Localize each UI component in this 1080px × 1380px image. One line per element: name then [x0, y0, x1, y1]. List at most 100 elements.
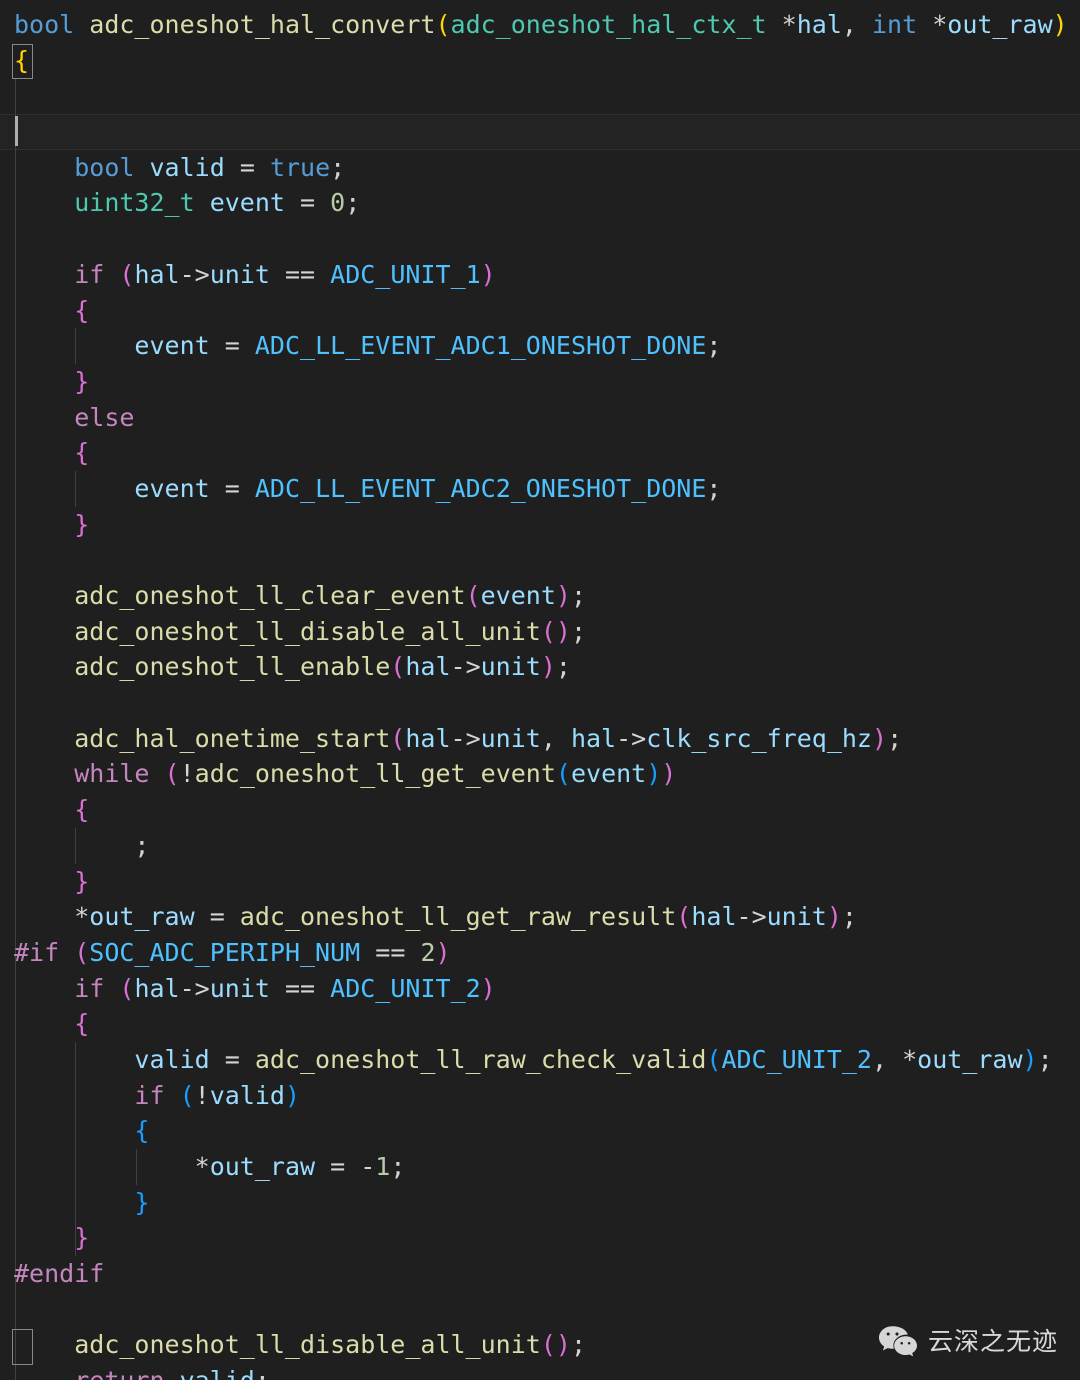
token-op — [14, 367, 74, 396]
token-op — [14, 652, 74, 681]
code-line-content: event = ADC_LL_EVENT_ADC1_ONESHOT_DONE; — [14, 328, 1080, 364]
token-op: * — [932, 10, 948, 39]
code-line[interactable] — [0, 114, 1080, 150]
code-editor[interactable]: bool adc_oneshot_hal_convert(adc_oneshot… — [0, 0, 1080, 1380]
token-op: , — [540, 723, 571, 753]
token-p2: ) — [540, 652, 556, 682]
code-line[interactable]: valid = adc_oneshot_ll_raw_check_valid(A… — [0, 1042, 1080, 1078]
token-op — [165, 1081, 180, 1110]
token-op: = — [239, 152, 255, 182]
token-p2: { — [74, 295, 90, 325]
token-op — [14, 581, 74, 610]
token-op: ; — [887, 723, 903, 753]
code-line[interactable] — [0, 78, 1080, 114]
code-line-content: else — [14, 400, 1080, 436]
token-op: ; — [570, 616, 586, 646]
token-op — [14, 831, 134, 860]
code-line[interactable]: else — [0, 400, 1080, 436]
code-line[interactable] — [0, 1292, 1080, 1328]
code-line[interactable]: } — [0, 507, 1080, 543]
token-op: == — [269, 973, 331, 1003]
code-line[interactable] — [0, 221, 1080, 257]
token-op: , — [841, 10, 872, 39]
code-line[interactable]: { — [0, 792, 1080, 828]
code-line[interactable]: } — [0, 1185, 1080, 1221]
token-op: , — [871, 1044, 903, 1074]
token-op — [14, 867, 74, 896]
code-line-content: { — [14, 293, 1080, 329]
token-cst: SOC_ADC_PERIPH_NUM — [89, 937, 361, 967]
code-line[interactable]: event = ADC_LL_EVENT_ADC2_ONESHOT_DONE; — [0, 471, 1080, 507]
code-line[interactable]: event = ADC_LL_EVENT_ADC1_ONESHOT_DONE; — [0, 328, 1080, 364]
token-op: * — [194, 1152, 210, 1181]
token-p2: ) — [872, 723, 888, 753]
code-line[interactable]: *out_raw = adc_oneshot_ll_get_raw_result… — [0, 899, 1080, 935]
code-surface[interactable]: bool adc_oneshot_hal_convert(adc_oneshot… — [0, 7, 1080, 1380]
token-var: valid — [209, 1080, 285, 1110]
token-p2: ( — [119, 973, 135, 1003]
code-line[interactable]: if (hal->unit == ADC_UNIT_1) — [0, 257, 1080, 293]
code-line[interactable]: if (hal->unit == ADC_UNIT_2) — [0, 971, 1080, 1007]
token-op: -> — [450, 723, 481, 753]
token-p2: ) — [480, 973, 496, 1003]
token-var: out_raw — [209, 1152, 316, 1181]
code-line[interactable]: bool adc_oneshot_hal_convert(adc_oneshot… — [0, 7, 1080, 43]
code-line[interactable]: adc_oneshot_ll_disable_all_unit(); — [0, 614, 1080, 650]
code-line[interactable]: } — [0, 864, 1080, 900]
token-op — [165, 1366, 180, 1380]
code-line[interactable]: adc_hal_onetime_start(hal->unit, hal->cl… — [0, 721, 1080, 757]
token-num: 1 — [375, 1152, 391, 1181]
code-line[interactable]: *out_raw = -1; — [0, 1149, 1080, 1185]
token-ctl: else — [74, 402, 135, 432]
code-line-content: bool valid = true; — [14, 150, 1080, 186]
token-op: ; — [134, 830, 150, 860]
code-line[interactable] — [0, 685, 1080, 721]
code-line-content: } — [14, 507, 1080, 543]
token-cst: ADC_LL_EVENT_ADC1_ONESHOT_DONE — [254, 331, 707, 361]
token-p3: ( — [179, 1080, 195, 1110]
token-op — [74, 10, 89, 39]
token-op: = — [315, 1152, 361, 1181]
token-op: -> — [616, 723, 647, 753]
token-p2: ( — [164, 759, 180, 789]
token-op: ! — [179, 759, 195, 789]
code-line[interactable]: } — [0, 1220, 1080, 1256]
code-line[interactable]: { — [0, 293, 1080, 329]
code-line[interactable]: while (!adc_oneshot_ll_get_event(event)) — [0, 756, 1080, 792]
code-line-content: { — [14, 43, 1080, 79]
token-fn: adc_oneshot_ll_disable_all_unit — [74, 616, 541, 646]
token-var: valid — [134, 1044, 210, 1074]
token-p2: ) — [555, 1330, 571, 1360]
code-line[interactable]: { — [0, 1113, 1080, 1149]
code-line[interactable]: if (!valid) — [0, 1078, 1080, 1114]
token-var: unit — [480, 652, 541, 682]
code-line[interactable]: uint32_t event = 0; — [0, 185, 1080, 221]
code-line[interactable]: adc_oneshot_ll_enable(hal->unit); — [0, 649, 1080, 685]
code-line[interactable]: adc_oneshot_ll_clear_event(event); — [0, 578, 1080, 614]
code-line[interactable]: } — [0, 364, 1080, 400]
code-line[interactable]: { — [0, 43, 1080, 79]
token-p2: ) — [555, 616, 571, 646]
token-fn: adc_oneshot_ll_disable_all_unit — [74, 1330, 541, 1360]
code-line[interactable]: #if (SOC_ADC_PERIPH_NUM == 2) — [0, 935, 1080, 971]
code-line-content: if (hal->unit == ADC_UNIT_2) — [14, 971, 1080, 1007]
token-var: event — [134, 331, 210, 361]
watermark-text: 云深之无迹 — [927, 1326, 1058, 1356]
code-line[interactable]: { — [0, 435, 1080, 471]
code-line[interactable] — [0, 542, 1080, 578]
token-op — [14, 1366, 74, 1380]
code-line[interactable]: #endif — [0, 1256, 1080, 1292]
code-line[interactable]: { — [0, 1006, 1080, 1042]
code-line[interactable]: bool valid = true; — [0, 150, 1080, 186]
token-cst: ADC_UNIT_2 — [330, 973, 481, 1003]
token-p2: } — [74, 866, 90, 896]
token-op — [14, 1223, 74, 1252]
token-op: ; — [570, 1330, 586, 1360]
token-op: * — [74, 902, 90, 932]
token-op — [14, 974, 74, 1003]
code-line[interactable]: ; — [0, 828, 1080, 864]
token-p3: { — [134, 1116, 150, 1146]
token-op — [104, 974, 119, 1003]
token-op: = — [300, 188, 316, 218]
code-line[interactable]: return valid; — [0, 1363, 1080, 1380]
